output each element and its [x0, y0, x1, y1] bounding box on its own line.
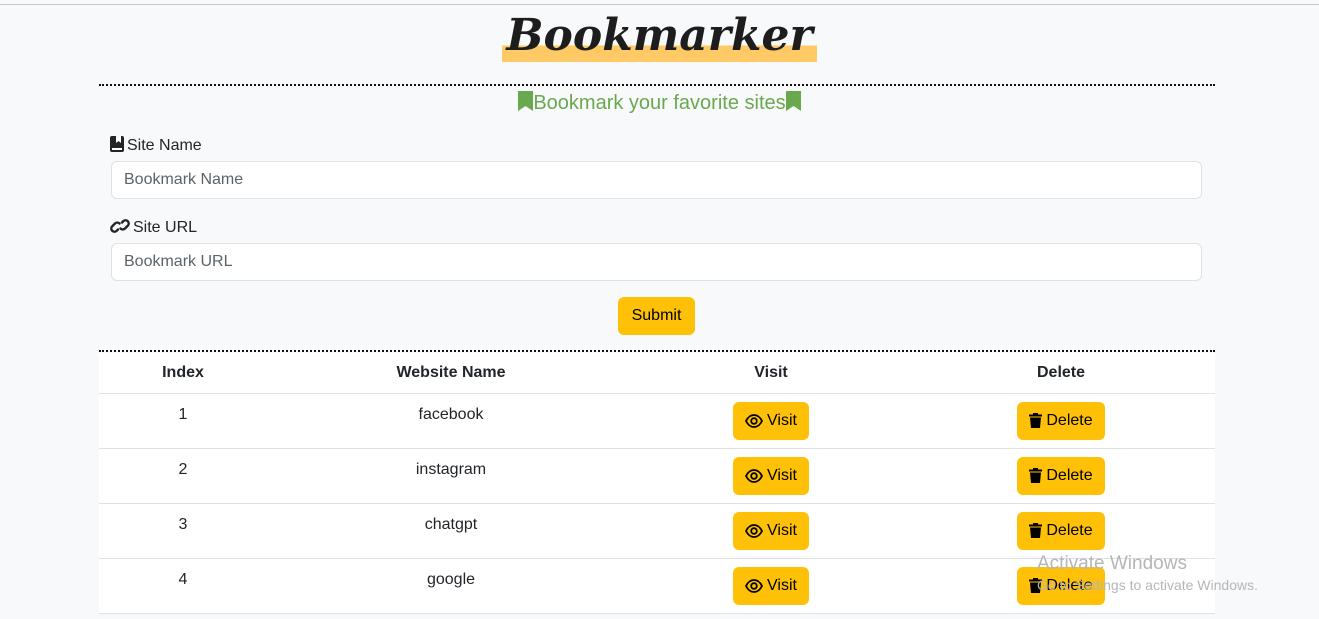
row-index: 1 — [99, 393, 267, 449]
bookmarks-table: Index Website Name Visit Delete 1 facebo… — [99, 353, 1215, 614]
visit-button[interactable]: Visit — [733, 512, 809, 550]
site-name-input[interactable] — [111, 161, 1202, 199]
header: Bookmarker — [0, 10, 1319, 62]
trash-icon — [1029, 412, 1046, 429]
row-website-name: google — [267, 558, 635, 614]
browser-top-border — [0, 4, 1319, 5]
header-website-name: Website Name — [267, 353, 635, 394]
submit-button[interactable]: Submit — [618, 297, 695, 335]
eye-icon — [745, 412, 767, 429]
row-index: 3 — [99, 503, 267, 559]
row-website-name: instagram — [267, 448, 635, 504]
site-url-label: Site URL — [110, 218, 197, 238]
header-index: Index — [99, 353, 267, 394]
header-delete: Delete — [907, 353, 1215, 394]
eye-icon — [745, 577, 767, 594]
bookmark-icon — [785, 91, 801, 118]
link-icon — [110, 219, 133, 236]
row-index: 4 — [99, 558, 267, 614]
book-icon — [110, 136, 127, 154]
delete-button[interactable]: Delete — [1017, 567, 1105, 605]
site-name-label: Site Name — [110, 136, 202, 156]
delete-button[interactable]: Delete — [1017, 512, 1105, 550]
visit-button[interactable]: Visit — [733, 567, 809, 605]
bookmark-icon — [518, 91, 534, 118]
brand-logo: Bookmarker — [502, 10, 817, 62]
eye-icon — [745, 522, 767, 539]
delete-button[interactable]: Delete — [1017, 402, 1105, 440]
trash-icon — [1029, 577, 1046, 594]
eye-icon — [745, 467, 767, 484]
visit-button[interactable]: Visit — [733, 402, 809, 440]
divider-top — [99, 84, 1215, 86]
visit-button[interactable]: Visit — [733, 457, 809, 495]
delete-button[interactable]: Delete — [1017, 457, 1105, 495]
header-visit: Visit — [635, 353, 907, 394]
table-row: 4 google Visit Delete — [99, 558, 1215, 614]
table-row: 1 facebook Visit Delete — [99, 393, 1215, 449]
tagline-text: Bookmark your favorite sites — [533, 92, 786, 114]
trash-icon — [1029, 522, 1046, 539]
row-website-name: chatgpt — [267, 503, 635, 559]
table-row: 3 chatgpt Visit Delete — [99, 503, 1215, 559]
trash-icon — [1029, 467, 1046, 484]
site-url-input[interactable] — [111, 243, 1202, 281]
divider-bottom — [99, 350, 1215, 352]
table-header-row: Index Website Name Visit Delete — [99, 353, 1215, 394]
table-row: 2 instagram Visit Delete — [99, 448, 1215, 504]
row-index: 2 — [99, 448, 267, 504]
row-website-name: facebook — [267, 393, 635, 449]
tagline: Bookmark your favorite sites — [0, 90, 1319, 118]
